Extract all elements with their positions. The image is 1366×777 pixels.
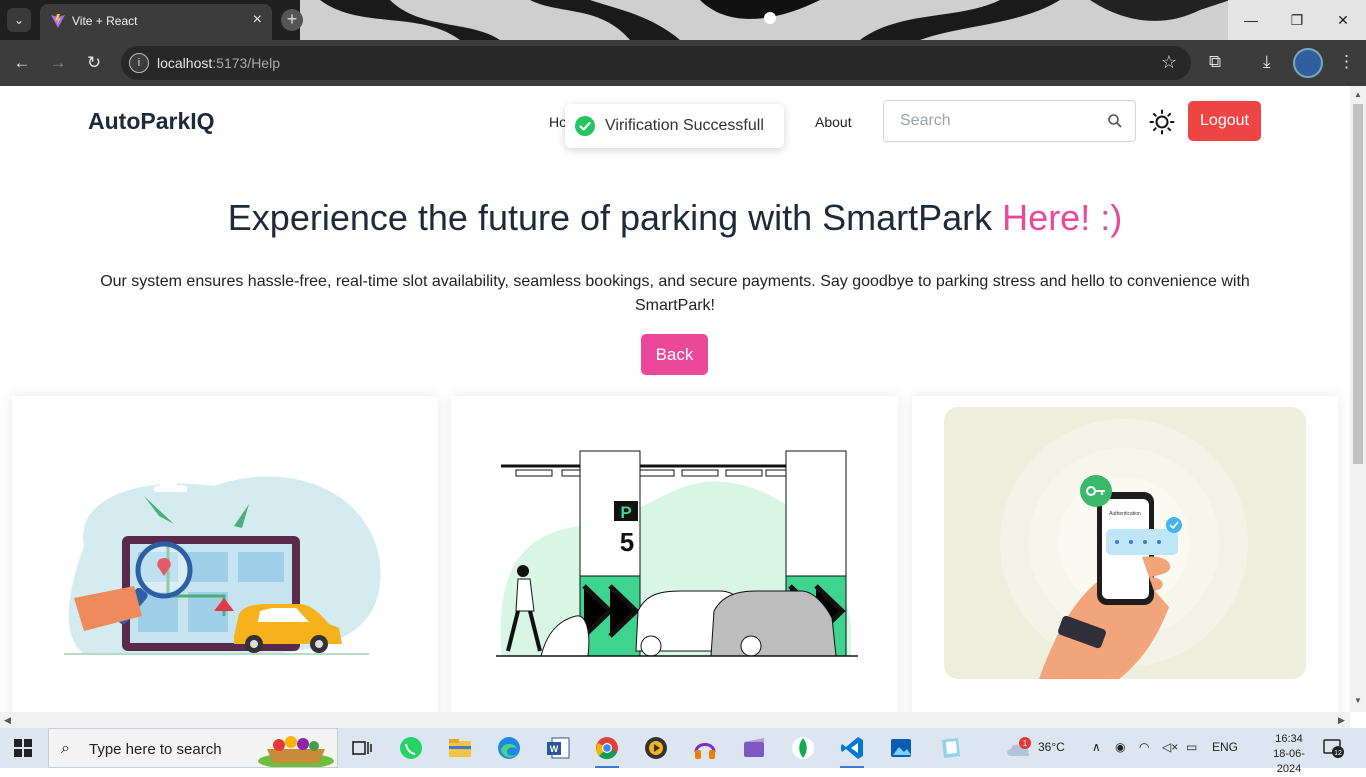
hero-title: Experience the future of parking with Sm… (0, 197, 1350, 239)
theme-toggle-sun-icon[interactable] (1149, 109, 1175, 135)
svg-text:W: W (550, 744, 559, 754)
profile-avatar[interactable] (1293, 48, 1323, 78)
site-info-icon[interactable]: i (129, 53, 149, 73)
media-player-icon[interactable] (642, 734, 670, 762)
browser-tab-bar: ⌄ Vite + React × + — ❐ ✕ (0, 0, 1366, 40)
tabbar-background-art (300, 0, 1230, 40)
scroll-right-icon[interactable]: ▶ (1338, 715, 1345, 726)
download-icon[interactable]: ⤓ (1263, 52, 1271, 72)
minimize-button[interactable]: — (1228, 0, 1274, 40)
windows-start-icon[interactable] (14, 739, 32, 757)
clipchamp-icon[interactable] (740, 734, 768, 762)
hero-title-main: Experience the future of parking with Sm… (227, 197, 1003, 238)
weather-cloud-icon[interactable]: 1 (1005, 736, 1033, 760)
scroll-up-icon[interactable]: ▲ (1354, 90, 1362, 99)
notification-count: 12 (1334, 750, 1342, 757)
notes-app-icon[interactable] (936, 734, 964, 762)
feature-card-parking: P 5 (451, 396, 898, 712)
menu-kebab-icon[interactable]: ⋮ (1338, 52, 1355, 72)
mongodb-compass-icon[interactable] (789, 734, 817, 762)
address-bar[interactable]: i localhost:5173/Help ☆ (121, 46, 1191, 80)
search-input[interactable] (884, 101, 1104, 141)
restore-button[interactable]: ❐ (1274, 0, 1320, 40)
file-explorer-icon[interactable] (446, 734, 474, 762)
auth-phone-label: Authentication (1109, 511, 1141, 517)
logout-button[interactable]: Logout (1188, 101, 1261, 141)
forward-arrow-icon[interactable]: → (46, 51, 70, 75)
edge-browser-icon[interactable] (495, 734, 523, 762)
brand-logo-text[interactable]: AutoParkIQ (88, 108, 215, 135)
chrome-icon[interactable] (593, 734, 621, 768)
back-arrow-icon[interactable]: ← (10, 51, 34, 75)
tray-chevron-up-icon[interactable]: ∧ (1092, 740, 1101, 754)
vertical-scrollbar[interactable]: ▲ ▼ (1350, 86, 1366, 712)
taskbar-clock[interactable]: 16:34 18-06-2024 (1265, 732, 1313, 777)
check-circle-icon (575, 116, 595, 136)
vite-logo-icon (51, 14, 65, 28)
back-button[interactable]: Back (641, 334, 708, 375)
taskbar-search-icon: ⌕ (61, 740, 70, 757)
battery-plug-icon[interactable]: ▭ (1186, 740, 1197, 754)
feature-card-map (12, 396, 438, 712)
extensions-icon[interactable]: ⧉ (1209, 52, 1221, 72)
phone-authentication-illustration: Authentication (944, 407, 1306, 679)
clock-date: 18-06-2024 (1273, 748, 1305, 775)
vscode-icon[interactable] (838, 734, 866, 768)
nav-about-link[interactable]: About (815, 114, 852, 130)
volume-icon[interactable]: ◁× (1162, 740, 1178, 754)
parking-sign-letter: P (620, 503, 631, 522)
success-toast: Virification Successfull (565, 104, 784, 148)
tab-title: Vite + React (72, 14, 138, 28)
close-window-button[interactable]: ✕ (1320, 0, 1366, 40)
wifi-icon[interactable]: ◠ (1139, 740, 1149, 754)
taskbar-search-box[interactable]: ⌕ Type here to search (48, 728, 338, 768)
url-host: localhost (157, 55, 213, 71)
tray-media-icon[interactable]: ◉ (1115, 740, 1125, 754)
new-tab-button[interactable]: + (281, 9, 303, 31)
web-page: AutoParkIQ Ho About Logout Virification … (0, 86, 1350, 712)
windows-taskbar: ⌕ Type here to search W 1 36°C ∧ ◉ ◠ ◁× … (0, 728, 1366, 775)
photos-icon[interactable] (887, 734, 915, 762)
hero-description: Our system ensures hassle-free, real-tim… (100, 273, 1250, 314)
bookmark-star-icon[interactable]: ☆ (1161, 52, 1177, 73)
fruit-basket-icon (258, 736, 334, 767)
toast-message: Virification Successfull (605, 117, 764, 134)
url-text[interactable]: localhost:5173/Help (157, 55, 280, 71)
vertical-scroll-thumb[interactable] (1353, 104, 1363, 464)
url-path: :5173/Help (212, 55, 280, 71)
parking-sign-level: 5 (620, 527, 634, 557)
search-box (883, 100, 1136, 142)
language-indicator[interactable]: ENG (1212, 740, 1238, 754)
scroll-down-icon[interactable]: ▼ (1354, 696, 1362, 705)
hero-title-accent: Here! :) (1002, 197, 1123, 238)
map-search-illustration (64, 476, 381, 655)
notification-center-icon[interactable]: 12 (1323, 738, 1345, 758)
tab-list-button[interactable]: ⌄ (7, 8, 31, 32)
reload-icon[interactable]: ↻ (82, 51, 106, 75)
scroll-left-icon[interactable]: ◀ (4, 715, 11, 726)
word-icon[interactable]: W (544, 734, 572, 762)
weather-badge-count: 1 (1023, 739, 1028, 748)
task-view-icon[interactable] (348, 734, 376, 762)
browser-tab-active[interactable]: Vite + React × (40, 4, 272, 40)
feature-card-auth: Authentication (912, 396, 1338, 712)
search-icon[interactable] (1107, 113, 1123, 129)
clock-time: 16:34 (1275, 733, 1303, 745)
taskbar-search-text: Type here to search (89, 741, 222, 758)
weather-temperature[interactable]: 36°C (1038, 740, 1065, 754)
horizontal-scrollbar[interactable]: ◀ ▶ (0, 712, 1350, 728)
tab-close-icon[interactable]: × (253, 12, 262, 28)
browser-toolbar: ← → ↻ i localhost:5173/Help ☆ ⧉ ⤓ ⋮ (0, 40, 1366, 86)
whatsapp-icon[interactable] (397, 734, 425, 762)
parking-garage-illustration: P 5 (496, 450, 858, 657)
headphones-app-icon[interactable] (691, 734, 719, 762)
